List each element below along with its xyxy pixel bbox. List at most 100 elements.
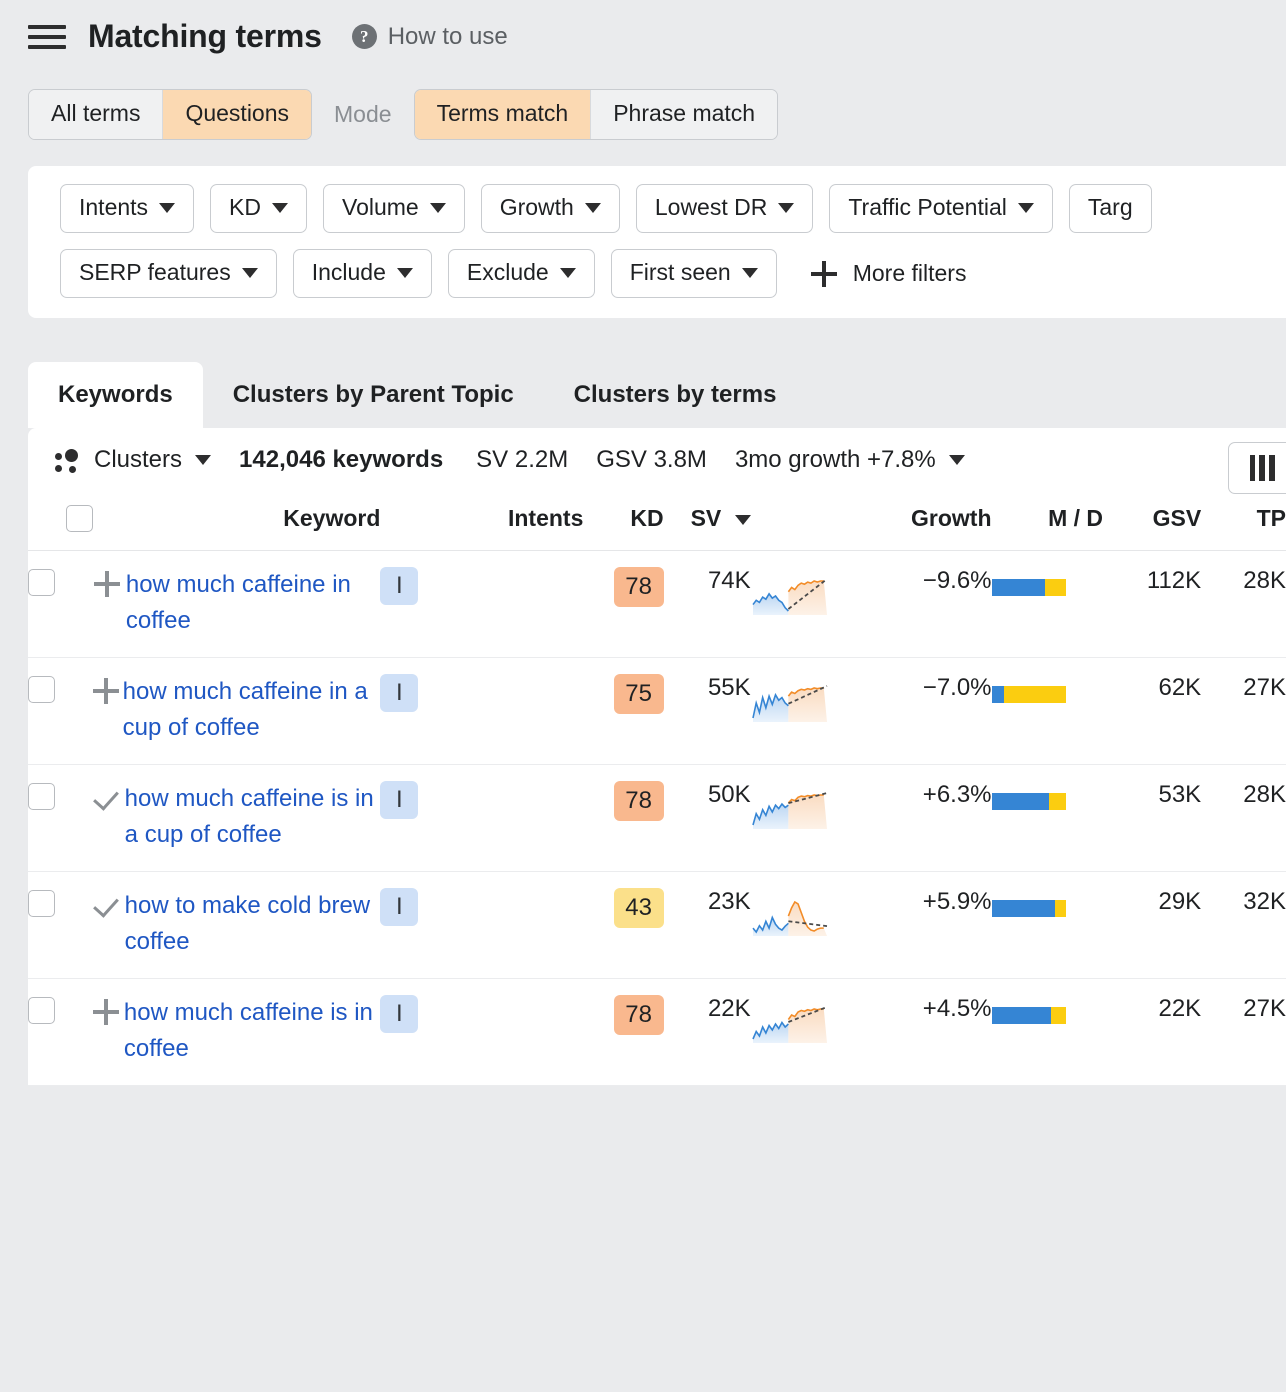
row-growth-cell: +6.3% [860, 765, 992, 872]
row-kd-cell: 43 [583, 872, 663, 979]
row-marker[interactable] [93, 781, 121, 818]
mode-toggle-group: Terms match Phrase match [414, 89, 779, 140]
row-selected-check-icon[interactable] [93, 784, 121, 812]
filter-intents[interactable]: Intents [60, 184, 194, 233]
row-add-plus-icon[interactable] [93, 678, 119, 704]
filter-exclude-label: Exclude [467, 259, 549, 286]
column-header-md[interactable]: M / D [992, 490, 1104, 551]
row-intents-cell: I [380, 551, 583, 658]
keyword-link[interactable]: how to make cold brew coffee [125, 888, 381, 960]
stat-3mo-growth[interactable]: 3mo growth +7.8% [735, 446, 965, 474]
column-header-sv[interactable]: SV [664, 490, 751, 551]
segment-terms-match[interactable]: Terms match [415, 90, 592, 139]
keyword-link[interactable]: how much caffeine in coffee [126, 567, 381, 639]
mode-label: Mode [334, 101, 392, 128]
row-tp-cell: 27K [1201, 658, 1286, 765]
table-row[interactable]: how much caffeine is in a cup of coffee … [28, 765, 1286, 872]
chevron-down-icon [1018, 203, 1034, 213]
segment-phrase-match[interactable]: Phrase match [591, 90, 777, 139]
intent-badge[interactable]: I [380, 781, 418, 819]
intent-badge[interactable]: I [380, 674, 418, 712]
plus-icon [811, 261, 837, 287]
row-marker[interactable] [93, 995, 120, 1031]
filter-traffic-potential[interactable]: Traffic Potential [829, 184, 1053, 233]
filter-lowest-dr-label: Lowest DR [655, 194, 767, 221]
filter-traffic-potential-label: Traffic Potential [848, 194, 1007, 221]
intent-badge[interactable]: I [380, 567, 418, 605]
row-marker[interactable] [93, 674, 119, 710]
stat-3mo-growth-label: 3mo growth +7.8% [735, 446, 936, 474]
keyword-link[interactable]: how much caffeine is in coffee [124, 995, 381, 1067]
select-all-checkbox[interactable] [66, 505, 93, 532]
intent-badge[interactable]: I [380, 888, 418, 926]
row-gsv-cell: 29K [1103, 872, 1201, 979]
segment-all-terms[interactable]: All terms [29, 90, 163, 139]
row-marker[interactable] [93, 888, 121, 925]
md-mobile-segment [992, 579, 1045, 596]
column-header-intents[interactable]: Intents [380, 490, 583, 551]
row-add-plus-icon[interactable] [94, 571, 120, 597]
table-row[interactable]: how much caffeine in coffee I 78 74K −9.… [28, 551, 1286, 658]
md-desktop-segment [1049, 793, 1065, 810]
filter-exclude[interactable]: Exclude [448, 249, 595, 298]
tab-keywords[interactable]: Keywords [28, 362, 203, 428]
table-row[interactable]: how much caffeine is in coffee I 78 22K … [28, 979, 1286, 1086]
row-checkbox-cell [28, 551, 93, 658]
row-md-cell [992, 658, 1104, 765]
row-kd-cell: 75 [583, 658, 663, 765]
more-filters-button[interactable]: More filters [811, 260, 967, 287]
row-checkbox[interactable] [28, 890, 55, 917]
filter-serp-features[interactable]: SERP features [60, 249, 277, 298]
keyword-link[interactable]: how much caffeine in a cup of coffee [123, 674, 381, 746]
filter-growth[interactable]: Growth [481, 184, 620, 233]
row-checkbox[interactable] [28, 676, 55, 703]
column-header-keyword[interactable]: Keyword [93, 490, 381, 551]
md-ratio-bar [992, 793, 1066, 810]
intent-badge[interactable]: I [380, 995, 418, 1033]
filter-lowest-dr[interactable]: Lowest DR [636, 184, 813, 233]
row-checkbox[interactable] [28, 997, 55, 1024]
column-header-growth[interactable]: Growth [860, 490, 992, 551]
table-row[interactable]: how much caffeine in a cup of coffee I 7… [28, 658, 1286, 765]
row-growth-cell: +5.9% [860, 872, 992, 979]
chevron-down-icon [397, 268, 413, 278]
columns-settings-button[interactable] [1228, 442, 1286, 494]
row-selected-check-icon[interactable] [93, 891, 121, 919]
clusters-dropdown[interactable]: Clusters [54, 446, 211, 474]
row-tp-cell: 28K [1201, 765, 1286, 872]
column-header-kd[interactable]: KD [583, 490, 663, 551]
stats-bar: Clusters 142,046 keywords SV 2.2M GSV 3.… [28, 428, 1286, 490]
md-desktop-segment [1055, 900, 1065, 917]
filter-first-seen[interactable]: First seen [611, 249, 777, 298]
keyword-link[interactable]: how much caffeine is in a cup of coffee [125, 781, 381, 853]
tab-clusters-by-parent-topic[interactable]: Clusters by Parent Topic [203, 362, 544, 428]
filter-intents-label: Intents [79, 194, 148, 221]
row-add-plus-icon[interactable] [93, 999, 119, 1025]
row-checkbox-cell [28, 765, 93, 872]
filter-serp-features-label: SERP features [79, 259, 231, 286]
column-header-gsv[interactable]: GSV [1103, 490, 1201, 551]
chevron-down-icon [585, 203, 601, 213]
tab-clusters-by-terms[interactable]: Clusters by terms [544, 362, 807, 428]
filter-volume-label: Volume [342, 194, 419, 221]
page-header: Matching terms ? How to use All terms Qu… [0, 0, 1286, 140]
filter-volume[interactable]: Volume [323, 184, 465, 233]
row-keyword-cell: how much caffeine is in a cup of coffee [93, 765, 381, 872]
kd-badge: 43 [614, 888, 664, 928]
how-to-use-link[interactable]: ? How to use [352, 23, 508, 51]
row-checkbox[interactable] [28, 569, 55, 596]
row-checkbox[interactable] [28, 783, 55, 810]
kd-badge: 78 [614, 995, 664, 1035]
segment-questions[interactable]: Questions [163, 90, 311, 139]
filter-kd[interactable]: KD [210, 184, 307, 233]
table-row[interactable]: how to make cold brew coffee I 43 23K +5… [28, 872, 1286, 979]
column-header-tp[interactable]: TP [1201, 490, 1286, 551]
filter-include[interactable]: Include [293, 249, 432, 298]
filter-target[interactable]: Targ [1069, 184, 1152, 233]
row-sparkline-cell [751, 765, 860, 872]
row-md-cell [992, 872, 1104, 979]
hamburger-icon[interactable] [28, 22, 66, 52]
table-body: how much caffeine in coffee I 78 74K −9.… [28, 551, 1286, 1086]
row-marker[interactable] [93, 567, 122, 603]
row-keyword-cell: how to make cold brew coffee [93, 872, 381, 979]
